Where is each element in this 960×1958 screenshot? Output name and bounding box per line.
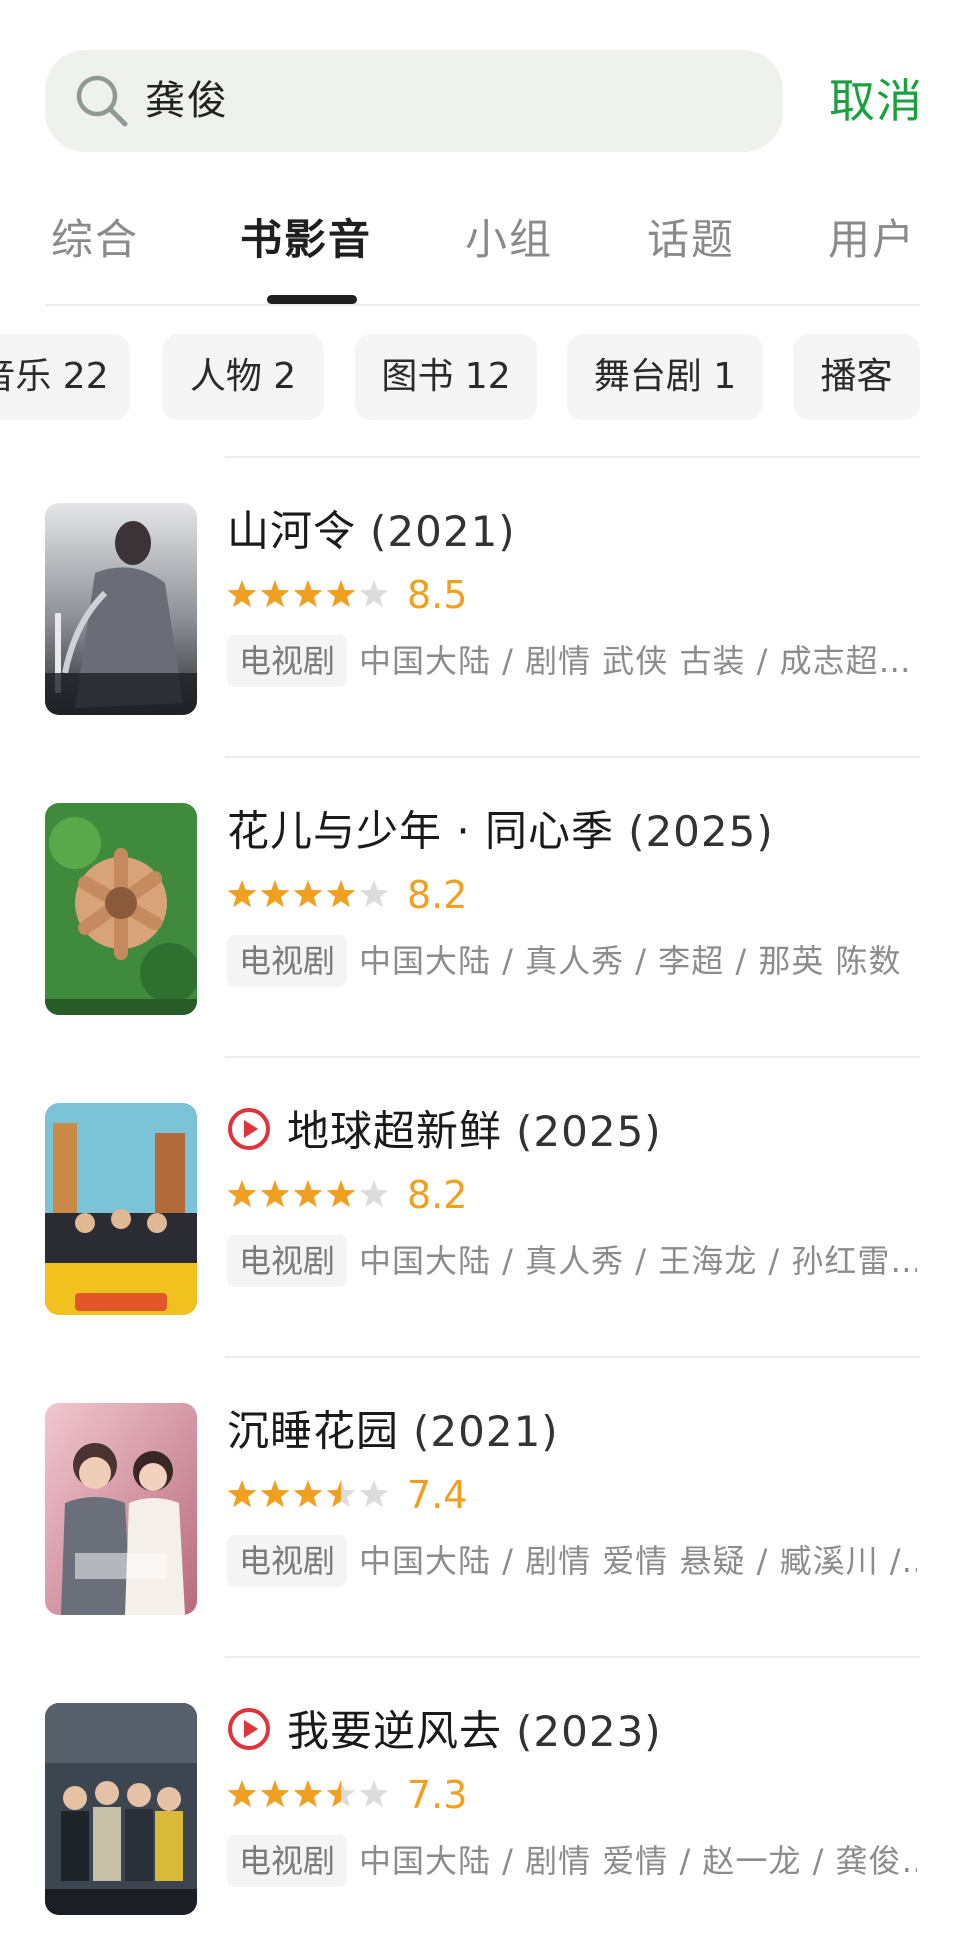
result-meta: 电视剧 中国大陆 / 剧情 武侠 古装 / 成志超… [227, 635, 917, 687]
active-tab-indicator [267, 295, 357, 304]
meta-text: 中国大陆 / 真人秀 / 李超 / 那英 陈数 [359, 942, 902, 980]
tab-groups[interactable]: 小组 [465, 205, 553, 275]
rating-stars-icon [227, 880, 389, 908]
star-icon [359, 1780, 389, 1808]
result-item[interactable]: 沉睡花园 (2021) 7.4 电视剧 中国大陆 / 剧情 爱情 悬疑 / 臧溪川… [0, 1358, 960, 1658]
star-icon [359, 580, 389, 608]
rating-stars-icon [227, 580, 389, 608]
rating-stars-icon [227, 1780, 389, 1808]
result-item[interactable]: 山河令 (2021) 8.5 电视剧 中国大陆 / 剧情 武侠 古装 / 成志超… [0, 458, 960, 758]
poster-image [45, 1403, 197, 1615]
star-icon [359, 880, 389, 908]
tab-users[interactable]: 用户 [828, 205, 916, 275]
title-text: 我要逆风去 [287, 1706, 503, 1756]
search-box[interactable]: 龚俊 [45, 50, 783, 152]
result-meta: 电视剧 中国大陆 / 剧情 爱情 / 赵一龙 / 龚俊… [227, 1835, 917, 1887]
star-filled-icon [326, 880, 356, 908]
tabs-divider [45, 304, 920, 306]
tab-books-movies-music[interactable]: 书影音 [240, 205, 372, 275]
rating-score: 8.5 [407, 573, 468, 617]
type-badge: 电视剧 [227, 1235, 348, 1287]
poster-image [45, 1103, 197, 1315]
year-text: (2025) [516, 1106, 662, 1156]
star-filled-icon [326, 580, 356, 608]
play-icon [228, 1107, 270, 1150]
star-filled-icon [293, 1480, 323, 1508]
star-filled-icon [293, 580, 323, 608]
rating-score: 8.2 [407, 873, 468, 917]
star-filled-icon [260, 580, 290, 608]
year-text: (2021) [370, 506, 516, 556]
search-input[interactable]: 龚俊 [145, 70, 229, 132]
meta-text: 中国大陆 / 剧情 武侠 古装 / 成志超… [359, 642, 912, 680]
result-title[interactable]: 沉睡花园 (2021) [227, 1396, 559, 1462]
star-filled-icon [260, 1480, 290, 1508]
star-filled-icon [227, 1780, 257, 1808]
result-title[interactable]: 山河令 (2021) [227, 496, 516, 562]
cancel-button[interactable]: 取消 [829, 70, 923, 132]
search-icon [76, 75, 128, 127]
poster-image [45, 1703, 197, 1915]
rating-score: 7.4 [407, 1473, 468, 1517]
result-meta: 电视剧 中国大陆 / 真人秀 / 王海龙 / 孙红雷… [227, 1235, 917, 1287]
poster-image [45, 803, 197, 1015]
type-badge: 电视剧 [227, 935, 348, 987]
poster-image [45, 503, 197, 715]
type-badge: 电视剧 [227, 1535, 348, 1587]
rating-score: 7.3 [407, 1773, 468, 1817]
type-badge: 电视剧 [227, 635, 348, 687]
star-filled-icon [227, 580, 257, 608]
meta-text: 中国大陆 / 真人秀 / 王海龙 / 孙红雷… [359, 1242, 917, 1280]
result-title[interactable]: 地球超新鲜 (2025) [227, 1096, 662, 1162]
title-text: 沉睡花园 [227, 1406, 400, 1456]
star-filled-icon [260, 880, 290, 908]
tab-general[interactable]: 综合 [51, 205, 139, 275]
title-text: 花儿与少年 · 同心季 [227, 806, 615, 856]
star-icon [359, 1480, 389, 1508]
title-text: 地球超新鲜 [287, 1106, 503, 1156]
rating-stars-icon [227, 1480, 389, 1508]
result-meta: 电视剧 中国大陆 / 剧情 爱情 悬疑 / 臧溪川 /… [227, 1535, 917, 1587]
chip-books[interactable]: 图书 12 [355, 334, 537, 420]
meta-text: 中国大陆 / 剧情 爱情 悬疑 / 臧溪川 /… [359, 1542, 917, 1580]
rating-stars-icon [227, 1180, 389, 1208]
chip-stage-plays[interactable]: 舞台剧 1 [567, 334, 763, 420]
play-icon [228, 1707, 270, 1750]
tab-topics[interactable]: 话题 [647, 205, 735, 275]
chip-people[interactable]: 人物 2 [162, 334, 324, 420]
star-filled-icon [227, 1180, 257, 1208]
star-filled-icon [227, 880, 257, 908]
search-tabs: 综合 书影音 小组 话题 用户 [45, 205, 920, 305]
star-icon [359, 1180, 389, 1208]
search-row: 龚俊 取消 [45, 50, 923, 152]
star-filled-icon [227, 1480, 257, 1508]
star-filled-icon [293, 1180, 323, 1208]
rating-score: 8.2 [407, 1173, 468, 1217]
result-item[interactable]: 地球超新鲜 (2025) 8.2 电视剧 中国大陆 / 真人秀 / 王海龙 / 孙… [0, 1058, 960, 1358]
result-item[interactable]: 我要逆风去 (2023) 7.3 电视剧 中国大陆 / 剧情 爱情 / 赵一龙 /… [0, 1658, 960, 1958]
star-filled-icon [260, 1180, 290, 1208]
type-badge: 电视剧 [227, 1835, 348, 1887]
chip-podcasts[interactable]: 播客 [793, 334, 920, 420]
category-chips: 音乐 22 人物 2 图书 12 舞台剧 1 播客 [0, 334, 960, 420]
title-text: 山河令 [227, 506, 357, 556]
year-text: (2023) [516, 1706, 662, 1756]
meta-text: 中国大陆 / 剧情 爱情 / 赵一龙 / 龚俊… [359, 1842, 917, 1880]
result-title[interactable]: 我要逆风去 (2023) [227, 1696, 662, 1762]
star-filled-icon [293, 880, 323, 908]
chip-music[interactable]: 音乐 22 [0, 334, 130, 420]
result-meta: 电视剧 中国大陆 / 真人秀 / 李超 / 那英 陈数 [227, 935, 917, 987]
star-filled-icon [293, 1780, 323, 1808]
year-text: (2025) [628, 806, 774, 856]
star-filled-icon [326, 1180, 356, 1208]
star-filled-icon [260, 1780, 290, 1808]
result-title[interactable]: 花儿与少年 · 同心季 (2025) [227, 796, 774, 862]
year-text: (2021) [413, 1406, 559, 1456]
result-item[interactable]: 花儿与少年 · 同心季 (2025) 8.2 电视剧 中国大陆 / 真人秀 / 李… [0, 758, 960, 1058]
